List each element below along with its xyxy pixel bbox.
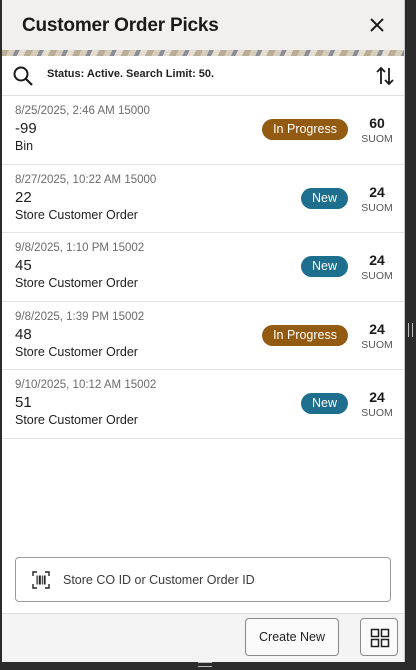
order-meta: 9/8/2025, 1:39 PM 15002 (15, 310, 145, 323)
status-badge: In Progress (262, 324, 348, 346)
sort-icon[interactable] (374, 65, 396, 87)
order-uom: SUOM (361, 201, 393, 214)
page-title: Customer Order Picks (22, 15, 219, 36)
order-number: 45 (15, 257, 32, 274)
order-type: Store Customer Order (15, 207, 138, 222)
close-icon[interactable] (366, 14, 388, 36)
toolbar: Status: Active. Search Limit: 50. (2, 56, 404, 96)
resize-handle-right[interactable] (408, 323, 413, 337)
scan-input-placeholder: Store CO ID or Customer Order ID (63, 573, 255, 587)
barcode-scan-icon[interactable] (32, 571, 50, 589)
order-type: Store Customer Order (15, 413, 138, 427)
order-meta: 8/25/2025, 2:46 AM 15000 (15, 105, 150, 117)
grid-icon (370, 628, 390, 648)
order-uom: SUOM (361, 338, 393, 351)
order-quantity: 24 (369, 252, 385, 268)
header: Customer Order Picks (2, 0, 404, 50)
order-list: 8/25/2025, 2:46 AM 15000 -99 Bin In Prog… (2, 96, 404, 439)
status-badge: New (300, 187, 348, 209)
order-meta: 9/10/2025, 10:12 AM 15002 (15, 379, 157, 391)
order-row[interactable]: 9/8/2025, 1:39 PM 15002 48 Store Custome… (2, 302, 404, 370)
footer-bar: Create New (2, 613, 404, 662)
order-quantity: 60 (369, 115, 385, 131)
order-type: Bin (15, 139, 34, 153)
grid-view-button[interactable] (360, 618, 398, 656)
order-uom: SUOM (361, 407, 393, 419)
order-row[interactable]: 9/10/2025, 10:12 AM 15002 51 Store Custo… (2, 370, 404, 439)
order-meta: 9/8/2025, 1:10 PM 15002 (15, 242, 145, 254)
order-number: 48 (15, 325, 32, 343)
status-badge: New (300, 256, 348, 277)
status-badge: In Progress (262, 119, 348, 140)
order-quantity: 24 (369, 183, 385, 200)
order-row[interactable]: 9/8/2025, 1:10 PM 15002 45 Store Custome… (2, 233, 404, 302)
order-type: Store Customer Order (15, 276, 138, 290)
order-number: 51 (15, 394, 32, 411)
order-row[interactable]: 8/27/2025, 10:22 AM 15000 22 Store Custo… (2, 165, 404, 233)
order-number: -99 (15, 120, 37, 137)
order-uom: SUOM (361, 133, 393, 145)
order-quantity: 24 (369, 389, 385, 405)
order-uom: SUOM (361, 270, 393, 282)
order-row[interactable]: 8/25/2025, 2:46 AM 15000 -99 Bin In Prog… (2, 96, 404, 165)
order-type: Store Customer Order (15, 344, 138, 359)
resize-handle-bottom[interactable] (198, 662, 212, 667)
create-new-button[interactable]: Create New (245, 618, 339, 656)
order-id-scan-input[interactable]: Store CO ID or Customer Order ID (15, 557, 391, 602)
order-quantity: 24 (369, 320, 385, 337)
customer-order-picks-panel: Customer Order Picks Status: Active. Sea… (2, 0, 405, 662)
search-icon[interactable] (12, 65, 34, 87)
status-badge: New (300, 393, 348, 414)
order-number: 22 (15, 188, 32, 206)
order-meta: 8/27/2025, 10:22 AM 15000 (15, 173, 157, 186)
search-status-text: Status: Active. Search Limit: 50. (47, 68, 215, 80)
